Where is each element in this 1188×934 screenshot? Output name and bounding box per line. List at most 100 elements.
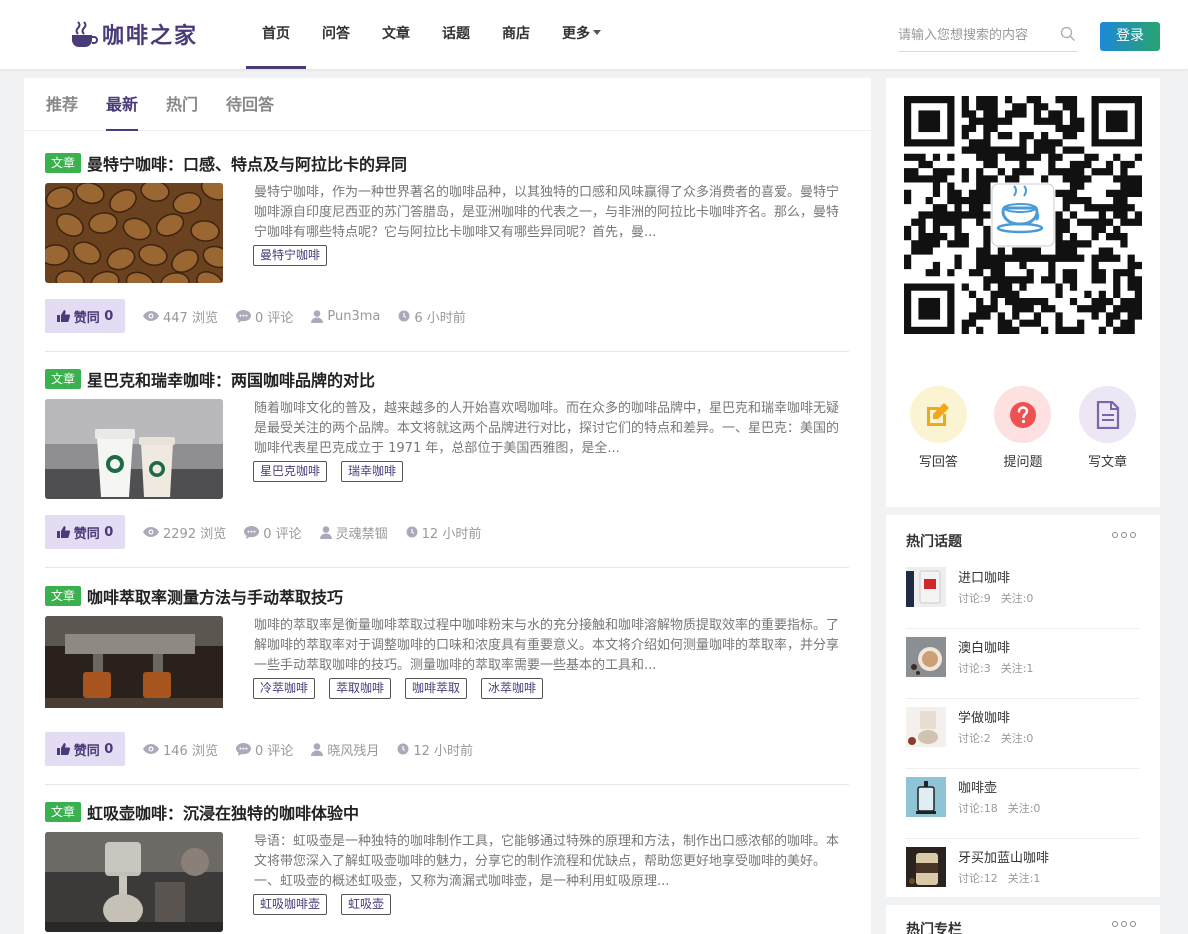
topic-item[interactable]: 学做咖啡 讨论:2 关注:0	[906, 699, 1140, 769]
article-item: 文章 咖啡萃取率测量方法与手动萃取技巧 咖啡的萃取率是衡量咖啡萃取过程中咖啡粉末…	[45, 585, 849, 785]
topic-discuss: 讨论:3	[958, 662, 991, 675]
views-text: 2292 浏览	[163, 526, 227, 542]
hot-topics-card: 热门话题 进口咖啡 讨论:9 关注:0 澳白咖啡 讨论:3 关注:1 学做咖啡 讨论…	[886, 515, 1160, 897]
coffee-cup-icon	[72, 21, 98, 47]
article-title-row[interactable]: 文章 星巴克和瑞幸咖啡：两国咖啡品牌的对比	[45, 368, 849, 390]
article-title-row[interactable]: 文章 咖啡萃取率测量方法与手动萃取技巧	[45, 585, 849, 607]
upvote-button[interactable]: 赞同 0	[45, 732, 125, 766]
more-icon[interactable]	[1109, 532, 1136, 538]
article-badge: 文章	[45, 369, 82, 389]
comment-icon	[235, 742, 251, 756]
ask-question-button[interactable]: 提问题	[988, 386, 1058, 470]
site-logo[interactable]: 咖啡之家	[70, 18, 198, 50]
topic-discuss: 讨论:18	[958, 802, 998, 815]
topic-stats: 讨论:12 关注:1	[958, 870, 1040, 886]
feed-tabs: 推荐 最新 热门 待回答	[24, 78, 871, 131]
nav-label: 问答	[322, 26, 350, 42]
article-title-row[interactable]: 文章 虹吸壶咖啡：沉浸在独特的咖啡体验中	[45, 801, 849, 823]
nav-articles[interactable]: 文章	[366, 0, 426, 69]
view-count: 2292 浏览	[143, 523, 226, 542]
comment-count[interactable]: 0 评论	[235, 307, 293, 326]
action-circle	[1079, 386, 1137, 443]
upvote-count: 0	[104, 308, 114, 324]
topic-follow: 关注:0	[1000, 592, 1034, 605]
topic-item[interactable]: 澳白咖啡 讨论:3 关注:1	[906, 629, 1140, 699]
more-icon[interactable]	[1109, 921, 1136, 927]
divider	[45, 351, 849, 352]
tag[interactable]: 虹吸咖啡壶	[253, 894, 328, 915]
tab-hot[interactable]: 热门	[166, 78, 198, 130]
search-icon[interactable]	[1060, 26, 1076, 42]
post-time: 6 小时前	[398, 307, 466, 326]
nav-more[interactable]: 更多	[546, 0, 617, 69]
topic-thumbnail	[906, 707, 946, 747]
search-input[interactable]	[898, 22, 1048, 48]
article-thumbnail[interactable]	[45, 399, 223, 499]
tag[interactable]: 虹吸壶	[341, 894, 392, 915]
hot-columns-title: 热门专栏	[906, 922, 962, 934]
tag[interactable]: 曼特宁咖啡	[253, 245, 328, 266]
comments-text: 0 评论	[263, 526, 302, 542]
topic-item[interactable]: 牙买加蓝山咖啡 讨论:12 关注:1	[906, 839, 1140, 909]
topic-stats: 讨论:3 关注:1	[958, 660, 1033, 676]
article-title-row[interactable]: 文章 曼特宁咖啡：口感、特点及与阿拉比卡的异同	[45, 152, 849, 174]
topic-discuss: 讨论:12	[958, 872, 998, 885]
article-item: 文章 星巴克和瑞幸咖啡：两国咖啡品牌的对比 随着咖啡文化的普及，越来越多的人开始…	[45, 368, 849, 568]
action-label: 提问题	[1003, 455, 1043, 470]
tag[interactable]: 冷萃咖啡	[253, 678, 316, 699]
article-thumbnail[interactable]	[45, 616, 223, 716]
topic-item[interactable]: 进口咖啡 讨论:9 关注:0	[906, 559, 1140, 629]
tag[interactable]: 咖啡萃取	[405, 678, 468, 699]
write-article-button[interactable]: 写文章	[1073, 386, 1143, 470]
nav-label: 话题	[442, 26, 470, 42]
topic-thumbnail	[906, 847, 946, 887]
user-icon	[311, 309, 324, 323]
article-thumbnail[interactable]	[45, 183, 223, 283]
author[interactable]: 晓风残月	[311, 740, 379, 759]
eye-icon	[143, 744, 159, 754]
author[interactable]: Pun3ma	[311, 309, 380, 324]
sidebar-qr-card: 写回答 提问题 写文章	[886, 78, 1160, 507]
time-text: 12 小时前	[413, 743, 474, 759]
article-thumbnail[interactable]	[45, 832, 223, 932]
divider	[45, 784, 849, 785]
article-title[interactable]: 星巴克和瑞幸咖啡：两国咖啡品牌的对比	[87, 367, 375, 391]
comment-count[interactable]: 0 评论	[235, 740, 293, 759]
nav-topics[interactable]: 话题	[426, 0, 486, 69]
article-badge: 文章	[45, 586, 82, 606]
tab-latest[interactable]: 最新	[106, 78, 139, 131]
article-excerpt: 导语：虹吸壶是一种独特的咖啡制作工具，它能够通过特殊的原理和方法，制作出口感浓郁…	[254, 834, 840, 889]
tab-recommended[interactable]: 推荐	[46, 78, 78, 130]
upvote-count: 0	[104, 741, 114, 757]
login-button[interactable]: 登录	[1100, 22, 1160, 51]
author[interactable]: 灵魂禁锢	[319, 523, 388, 542]
quick-actions: 写回答 提问题 写文章	[886, 386, 1160, 470]
topic-stats: 讨论:18 关注:0	[958, 800, 1040, 816]
article-title[interactable]: 虹吸壶咖啡：沉浸在独特的咖啡体验中	[87, 800, 359, 824]
article-tags: 虹吸咖啡壶 虹吸壶	[253, 894, 405, 915]
article-body: 曼特宁咖啡，作为一种世界著名的咖啡品种，以其独特的口感和风味赢得了众多消费者的喜…	[45, 183, 849, 283]
tag[interactable]: 冰萃咖啡	[481, 678, 544, 699]
upvote-button[interactable]: 赞同 0	[45, 515, 125, 549]
action-label: 写文章	[1088, 455, 1128, 470]
topic-discuss: 讨论:2	[958, 732, 991, 745]
topic-follow: 关注:1	[1000, 662, 1034, 675]
tag[interactable]: 瑞幸咖啡	[341, 461, 404, 482]
article-title[interactable]: 曼特宁咖啡：口感、特点及与阿拉比卡的异同	[87, 151, 407, 175]
upvote-button[interactable]: 赞同 0	[45, 299, 125, 333]
tag[interactable]: 萃取咖啡	[329, 678, 392, 699]
nav-qa[interactable]: 问答	[306, 0, 366, 69]
action-label: 写回答	[918, 455, 958, 470]
tag[interactable]: 星巴克咖啡	[253, 461, 328, 482]
comment-count[interactable]: 0 评论	[244, 523, 302, 542]
article-badge: 文章	[45, 802, 82, 822]
write-answer-button[interactable]: 写回答	[903, 386, 973, 470]
article-title[interactable]: 咖啡萃取率测量方法与手动萃取技巧	[87, 584, 343, 608]
pencil-square-icon	[927, 402, 950, 426]
topic-item[interactable]: 咖啡壶 讨论:18 关注:0	[906, 769, 1140, 839]
question-circle-icon	[1009, 401, 1036, 428]
article-item: 文章 曼特宁咖啡：口感、特点及与阿拉比卡的异同 曼特宁咖啡，作为一种世界著名的咖…	[45, 152, 849, 352]
nav-shop[interactable]: 商店	[486, 0, 546, 69]
nav-home[interactable]: 首页	[246, 0, 306, 69]
tab-unanswered[interactable]: 待回答	[226, 78, 274, 130]
